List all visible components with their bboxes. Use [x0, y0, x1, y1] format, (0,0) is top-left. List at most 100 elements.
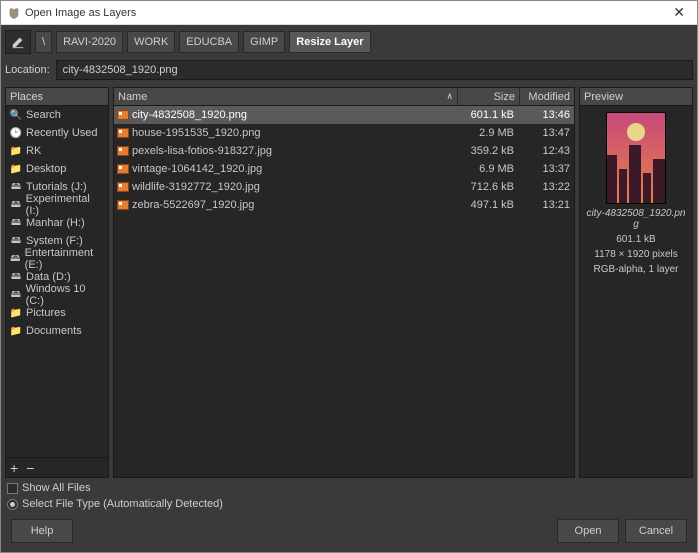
- crumb-5[interactable]: Resize Layer: [289, 31, 370, 53]
- places-item-label: Desktop: [26, 163, 66, 175]
- cancel-button[interactable]: Cancel: [625, 519, 687, 543]
- window-title: Open Image as Layers: [25, 7, 136, 19]
- drive-icon: 🖴: [10, 287, 22, 304]
- location-input[interactable]: [56, 60, 693, 80]
- file-row[interactable]: wildlife-3192772_1920.jpg712.6 kB13:22: [114, 178, 574, 196]
- places-item[interactable]: 🖴Experimental (I:): [6, 196, 108, 214]
- image-file-icon: [114, 164, 132, 174]
- file-name: vintage-1064142_1920.jpg: [132, 163, 458, 175]
- recent-icon: 🕑: [10, 128, 22, 139]
- sort-asc-icon: ∧: [446, 91, 453, 102]
- places-item-label: Tutorials (J:): [26, 181, 87, 193]
- places-item-label: Recently Used: [26, 127, 98, 139]
- app-icon: [7, 6, 21, 20]
- image-file-icon: [114, 200, 132, 210]
- crumb-4[interactable]: GIMP: [243, 31, 285, 53]
- places-item-label: Entertainment (E:): [25, 247, 104, 271]
- drive-icon: 🖴: [10, 215, 22, 232]
- places-item[interactable]: 🕑 Recently Used: [6, 124, 108, 142]
- file-size: 712.6 kB: [458, 181, 520, 193]
- places-remove-button[interactable]: −: [26, 460, 34, 476]
- crumb-3[interactable]: EDUCBA: [179, 31, 239, 53]
- places-item[interactable]: 📁 RK: [6, 142, 108, 160]
- crumb-root[interactable]: \: [35, 31, 52, 53]
- places-item-label: Data (D:): [26, 271, 71, 283]
- checkbox-icon: [7, 483, 18, 494]
- places-item-label: Experimental (I:): [26, 193, 104, 217]
- column-name[interactable]: Name ∧: [114, 88, 458, 106]
- files-panel: Name ∧ Size Modified city-4832508_1920.p…: [113, 87, 575, 478]
- breadcrumb-toolbar: \ RAVI-2020 WORK EDUCBA GIMP Resize Laye…: [5, 29, 693, 55]
- drive-icon: 🖴: [10, 251, 21, 268]
- drive-icon: 🖴: [10, 233, 22, 250]
- folder-icon: 📁: [10, 308, 22, 319]
- close-icon[interactable]: ✕: [667, 4, 691, 21]
- file-modified: 13:37: [520, 163, 574, 175]
- places-item-label: System (F:): [26, 235, 83, 247]
- places-item[interactable]: 🖴Windows 10 (C:): [6, 286, 108, 304]
- help-button[interactable]: Help: [11, 519, 73, 543]
- places-item-label: Pictures: [26, 307, 66, 319]
- file-name: pexels-lisa-fotios-918327.jpg: [132, 145, 458, 157]
- file-modified: 13:22: [520, 181, 574, 193]
- places-item[interactable]: 📁 Desktop: [6, 160, 108, 178]
- crumb-2[interactable]: WORK: [127, 31, 175, 53]
- file-modified: 13:47: [520, 127, 574, 139]
- titlebar: Open Image as Layers ✕: [1, 1, 697, 25]
- file-row[interactable]: house-1951535_1920.png2.9 MB13:47: [114, 124, 574, 142]
- image-file-icon: [114, 128, 132, 138]
- places-item[interactable]: 🖴Entertainment (E:): [6, 250, 108, 268]
- file-size: 601.1 kB: [458, 109, 520, 121]
- file-row[interactable]: zebra-5522697_1920.jpg497.1 kB13:21: [114, 196, 574, 214]
- preview-thumbnail: [606, 112, 666, 204]
- preview-mode: RGB-alpha, 1 layer: [593, 264, 678, 275]
- open-image-dialog: Open Image as Layers ✕ \ RAVI-2020 WORK …: [0, 0, 698, 553]
- folder-icon: 📁: [10, 326, 22, 337]
- edit-path-icon[interactable]: [5, 30, 31, 54]
- places-header: Places: [6, 88, 108, 106]
- image-file-icon: [114, 110, 132, 120]
- select-filetype-option[interactable]: Select File Type (Automatically Detected…: [7, 498, 691, 510]
- expander-icon: [7, 499, 18, 510]
- preview-dimensions: 1178 × 1920 pixels: [594, 249, 678, 260]
- image-file-icon: [114, 182, 132, 192]
- file-name: zebra-5522697_1920.jpg: [132, 199, 458, 211]
- open-button[interactable]: Open: [557, 519, 619, 543]
- folder-icon: 📁: [10, 146, 22, 157]
- file-row[interactable]: city-4832508_1920.png601.1 kB13:46: [114, 106, 574, 124]
- places-item-label: Documents: [26, 325, 82, 337]
- places-item-label: Windows 10 (C:): [26, 283, 104, 307]
- preview-filename: city-4832508_1920.png: [584, 208, 688, 230]
- file-size: 6.9 MB: [458, 163, 520, 175]
- places-item[interactable]: 🔍 Search: [6, 106, 108, 124]
- folder-icon: 📁: [10, 164, 22, 175]
- file-row[interactable]: pexels-lisa-fotios-918327.jpg359.2 kB12:…: [114, 142, 574, 160]
- places-item[interactable]: 📁 Documents: [6, 322, 108, 340]
- drive-icon: 🖴: [10, 269, 22, 286]
- file-size: 2.9 MB: [458, 127, 520, 139]
- show-all-files-option[interactable]: Show All Files: [7, 482, 691, 494]
- file-row[interactable]: vintage-1064142_1920.jpg6.9 MB13:37: [114, 160, 574, 178]
- file-name: house-1951535_1920.png: [132, 127, 458, 139]
- file-name: wildlife-3192772_1920.jpg: [132, 181, 458, 193]
- places-item-label: Manhar (H:): [26, 217, 85, 229]
- column-size[interactable]: Size: [458, 88, 520, 106]
- drive-icon: 🖴: [10, 179, 22, 196]
- file-name: city-4832508_1920.png: [132, 109, 458, 121]
- file-size: 359.2 kB: [458, 145, 520, 157]
- image-file-icon: [114, 146, 132, 156]
- file-modified: 13:21: [520, 199, 574, 211]
- file-modified: 12:43: [520, 145, 574, 157]
- places-item-label: Search: [26, 109, 61, 121]
- search-icon: 🔍: [10, 110, 22, 121]
- preview-header: Preview: [580, 88, 692, 106]
- location-label: Location:: [5, 64, 50, 76]
- crumb-1[interactable]: RAVI-2020: [56, 31, 123, 53]
- preview-size: 601.1 kB: [616, 234, 655, 245]
- preview-panel: Preview city-4832508_1920.png 601.1 kB 1…: [579, 87, 693, 478]
- file-size: 497.1 kB: [458, 199, 520, 211]
- places-item-label: RK: [26, 145, 41, 157]
- column-modified[interactable]: Modified: [520, 88, 574, 106]
- places-add-button[interactable]: +: [10, 460, 18, 476]
- places-panel: Places 🔍 Search 🕑 Recently Used 📁 RK 📁 Desktop 🖴…: [5, 87, 109, 478]
